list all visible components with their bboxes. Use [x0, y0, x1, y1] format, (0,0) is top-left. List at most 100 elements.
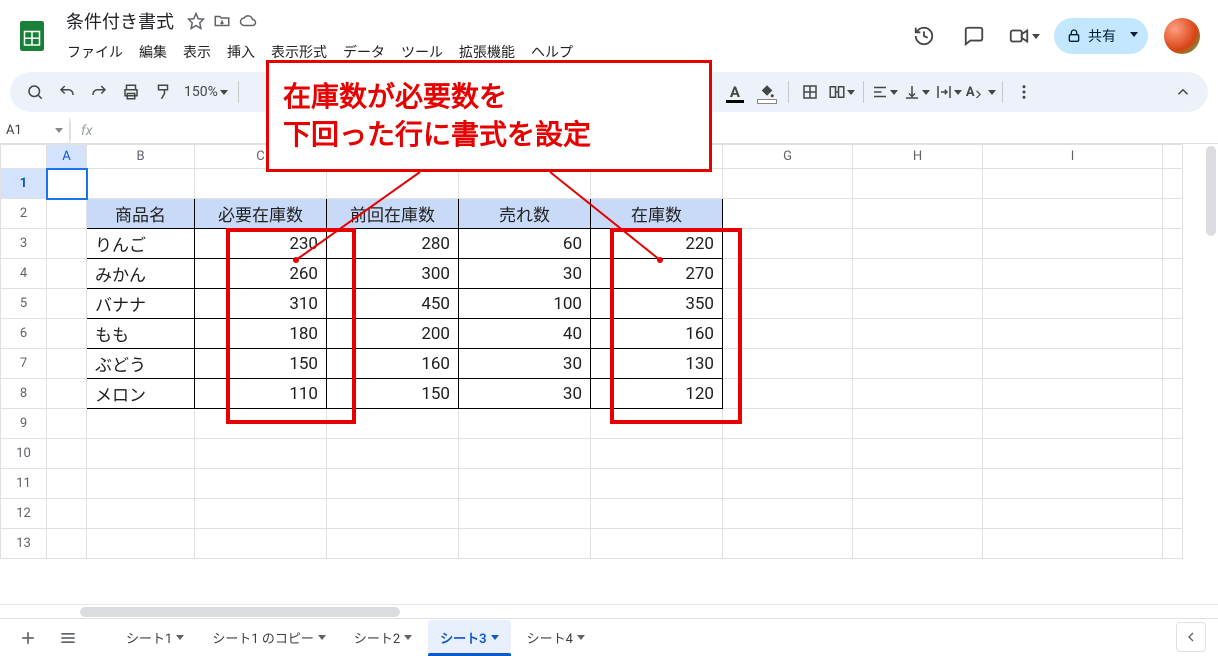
- row-header-1[interactable]: 1: [1, 169, 47, 199]
- meet-icon[interactable]: [1004, 16, 1044, 56]
- sheets-logo[interactable]: [12, 16, 52, 56]
- redo-icon[interactable]: [84, 77, 114, 107]
- sheet-tab-4[interactable]: シート4: [515, 620, 597, 656]
- explore-button[interactable]: [1176, 622, 1206, 652]
- menu-file[interactable]: ファイル: [60, 38, 130, 66]
- merge-cells-icon[interactable]: [827, 77, 857, 107]
- comments-icon[interactable]: [954, 16, 994, 56]
- row-header-2[interactable]: 2: [1, 199, 47, 229]
- row-header-7[interactable]: 7: [1, 349, 47, 379]
- cell-D6[interactable]: 200: [327, 319, 459, 349]
- col-header-B[interactable]: B: [87, 145, 195, 169]
- cell-C4[interactable]: 260: [195, 259, 327, 289]
- paint-format-icon[interactable]: [148, 77, 178, 107]
- row-header-6[interactable]: 6: [1, 319, 47, 349]
- cell-D5[interactable]: 450: [327, 289, 459, 319]
- col-header-end: [1163, 145, 1183, 169]
- row-header-3[interactable]: 3: [1, 229, 47, 259]
- cell-B8[interactable]: メロン: [87, 379, 195, 409]
- cell-E2[interactable]: 売れ数: [459, 199, 591, 229]
- cell-B3[interactable]: りんご: [87, 229, 195, 259]
- spreadsheet-grid[interactable]: A B C D E F G H I 1 2 商品名 必要在庫数 前回在庫数 売れ…: [0, 144, 1218, 604]
- cell-E4[interactable]: 30: [459, 259, 591, 289]
- cell-B5[interactable]: バナナ: [87, 289, 195, 319]
- horizontal-scrollbar[interactable]: [0, 604, 1218, 618]
- text-color-icon[interactable]: A: [720, 77, 750, 107]
- horizontal-align-icon[interactable]: [870, 77, 900, 107]
- cell-D2[interactable]: 前回在庫数: [327, 199, 459, 229]
- collapse-toolbar-icon[interactable]: [1168, 77, 1198, 107]
- menu-insert[interactable]: 挿入: [220, 38, 262, 66]
- borders-icon[interactable]: [795, 77, 825, 107]
- cell-B6[interactable]: もも: [87, 319, 195, 349]
- cell-D3[interactable]: 280: [327, 229, 459, 259]
- row-header-12[interactable]: 12: [1, 499, 47, 529]
- account-avatar[interactable]: [1164, 18, 1200, 54]
- cell-E5[interactable]: 100: [459, 289, 591, 319]
- row-header-5[interactable]: 5: [1, 289, 47, 319]
- star-icon[interactable]: [186, 11, 206, 31]
- col-header-G[interactable]: G: [723, 145, 853, 169]
- fill-color-icon[interactable]: [752, 77, 782, 107]
- cell-E3[interactable]: 60: [459, 229, 591, 259]
- sheet-tab-1[interactable]: シート1: [114, 620, 196, 656]
- row-header-10[interactable]: 10: [1, 439, 47, 469]
- cell-C8[interactable]: 110: [195, 379, 327, 409]
- name-box[interactable]: A1: [0, 118, 70, 143]
- cell-B4[interactable]: みかん: [87, 259, 195, 289]
- sheet-tab-1-copy[interactable]: シート1 のコピー: [200, 620, 338, 656]
- search-menus-icon[interactable]: [20, 77, 50, 107]
- row-header-8[interactable]: 8: [1, 379, 47, 409]
- share-button[interactable]: 共有: [1054, 18, 1128, 54]
- cell-A1[interactable]: [47, 169, 87, 199]
- cell-D8[interactable]: 150: [327, 379, 459, 409]
- cell-B7[interactable]: ぶどう: [87, 349, 195, 379]
- vertical-align-icon[interactable]: [902, 77, 932, 107]
- share-dropdown[interactable]: [1120, 18, 1148, 54]
- zoom-dropdown[interactable]: 150%: [180, 84, 232, 100]
- row-header-9[interactable]: 9: [1, 409, 47, 439]
- text-rotation-icon[interactable]: A: [966, 77, 996, 107]
- cell-D7[interactable]: 160: [327, 349, 459, 379]
- cell-C7[interactable]: 150: [195, 349, 327, 379]
- cloud-status-icon[interactable]: [238, 11, 258, 31]
- row-header-4[interactable]: 4: [1, 259, 47, 289]
- undo-icon[interactable]: [52, 77, 82, 107]
- all-sheets-button[interactable]: [50, 623, 86, 653]
- cell-C2[interactable]: 必要在庫数: [195, 199, 327, 229]
- cell-E6[interactable]: 40: [459, 319, 591, 349]
- menu-view[interactable]: 表示: [176, 38, 218, 66]
- sheet-tab-3[interactable]: シート3: [428, 620, 510, 656]
- col-header-H[interactable]: H: [853, 145, 983, 169]
- cell-F3[interactable]: 220: [591, 229, 723, 259]
- more-toolbar-icon[interactable]: [1009, 77, 1039, 107]
- cell-E8[interactable]: 30: [459, 379, 591, 409]
- cell-E7[interactable]: 30: [459, 349, 591, 379]
- cell-C6[interactable]: 180: [195, 319, 327, 349]
- vertical-scrollbar[interactable]: [1204, 144, 1218, 604]
- row-header-11[interactable]: 11: [1, 469, 47, 499]
- cell-F7[interactable]: 130: [591, 349, 723, 379]
- cell-F2[interactable]: 在庫数: [591, 199, 723, 229]
- cell-D4[interactable]: 300: [327, 259, 459, 289]
- cell-B2[interactable]: 商品名: [87, 199, 195, 229]
- cell-C3[interactable]: 230: [195, 229, 327, 259]
- document-title[interactable]: 条件付き書式: [60, 6, 180, 36]
- cell-F5[interactable]: 350: [591, 289, 723, 319]
- row-header-13[interactable]: 13: [1, 529, 47, 559]
- add-sheet-button[interactable]: [10, 623, 46, 653]
- cell-F4[interactable]: 270: [591, 259, 723, 289]
- menu-edit[interactable]: 編集: [132, 38, 174, 66]
- move-icon[interactable]: [212, 11, 232, 31]
- sheet-tab-2[interactable]: シート2: [342, 620, 424, 656]
- annotation-callout: 在庫数が必要数を 下回った行に書式を設定: [266, 60, 712, 172]
- select-all-corner[interactable]: [1, 145, 47, 169]
- cell-F8[interactable]: 120: [591, 379, 723, 409]
- cell-F6[interactable]: 160: [591, 319, 723, 349]
- col-header-I[interactable]: I: [983, 145, 1163, 169]
- cell-C5[interactable]: 310: [195, 289, 327, 319]
- text-wrap-icon[interactable]: [934, 77, 964, 107]
- col-header-A[interactable]: A: [47, 145, 87, 169]
- history-icon[interactable]: [904, 16, 944, 56]
- print-icon[interactable]: [116, 77, 146, 107]
